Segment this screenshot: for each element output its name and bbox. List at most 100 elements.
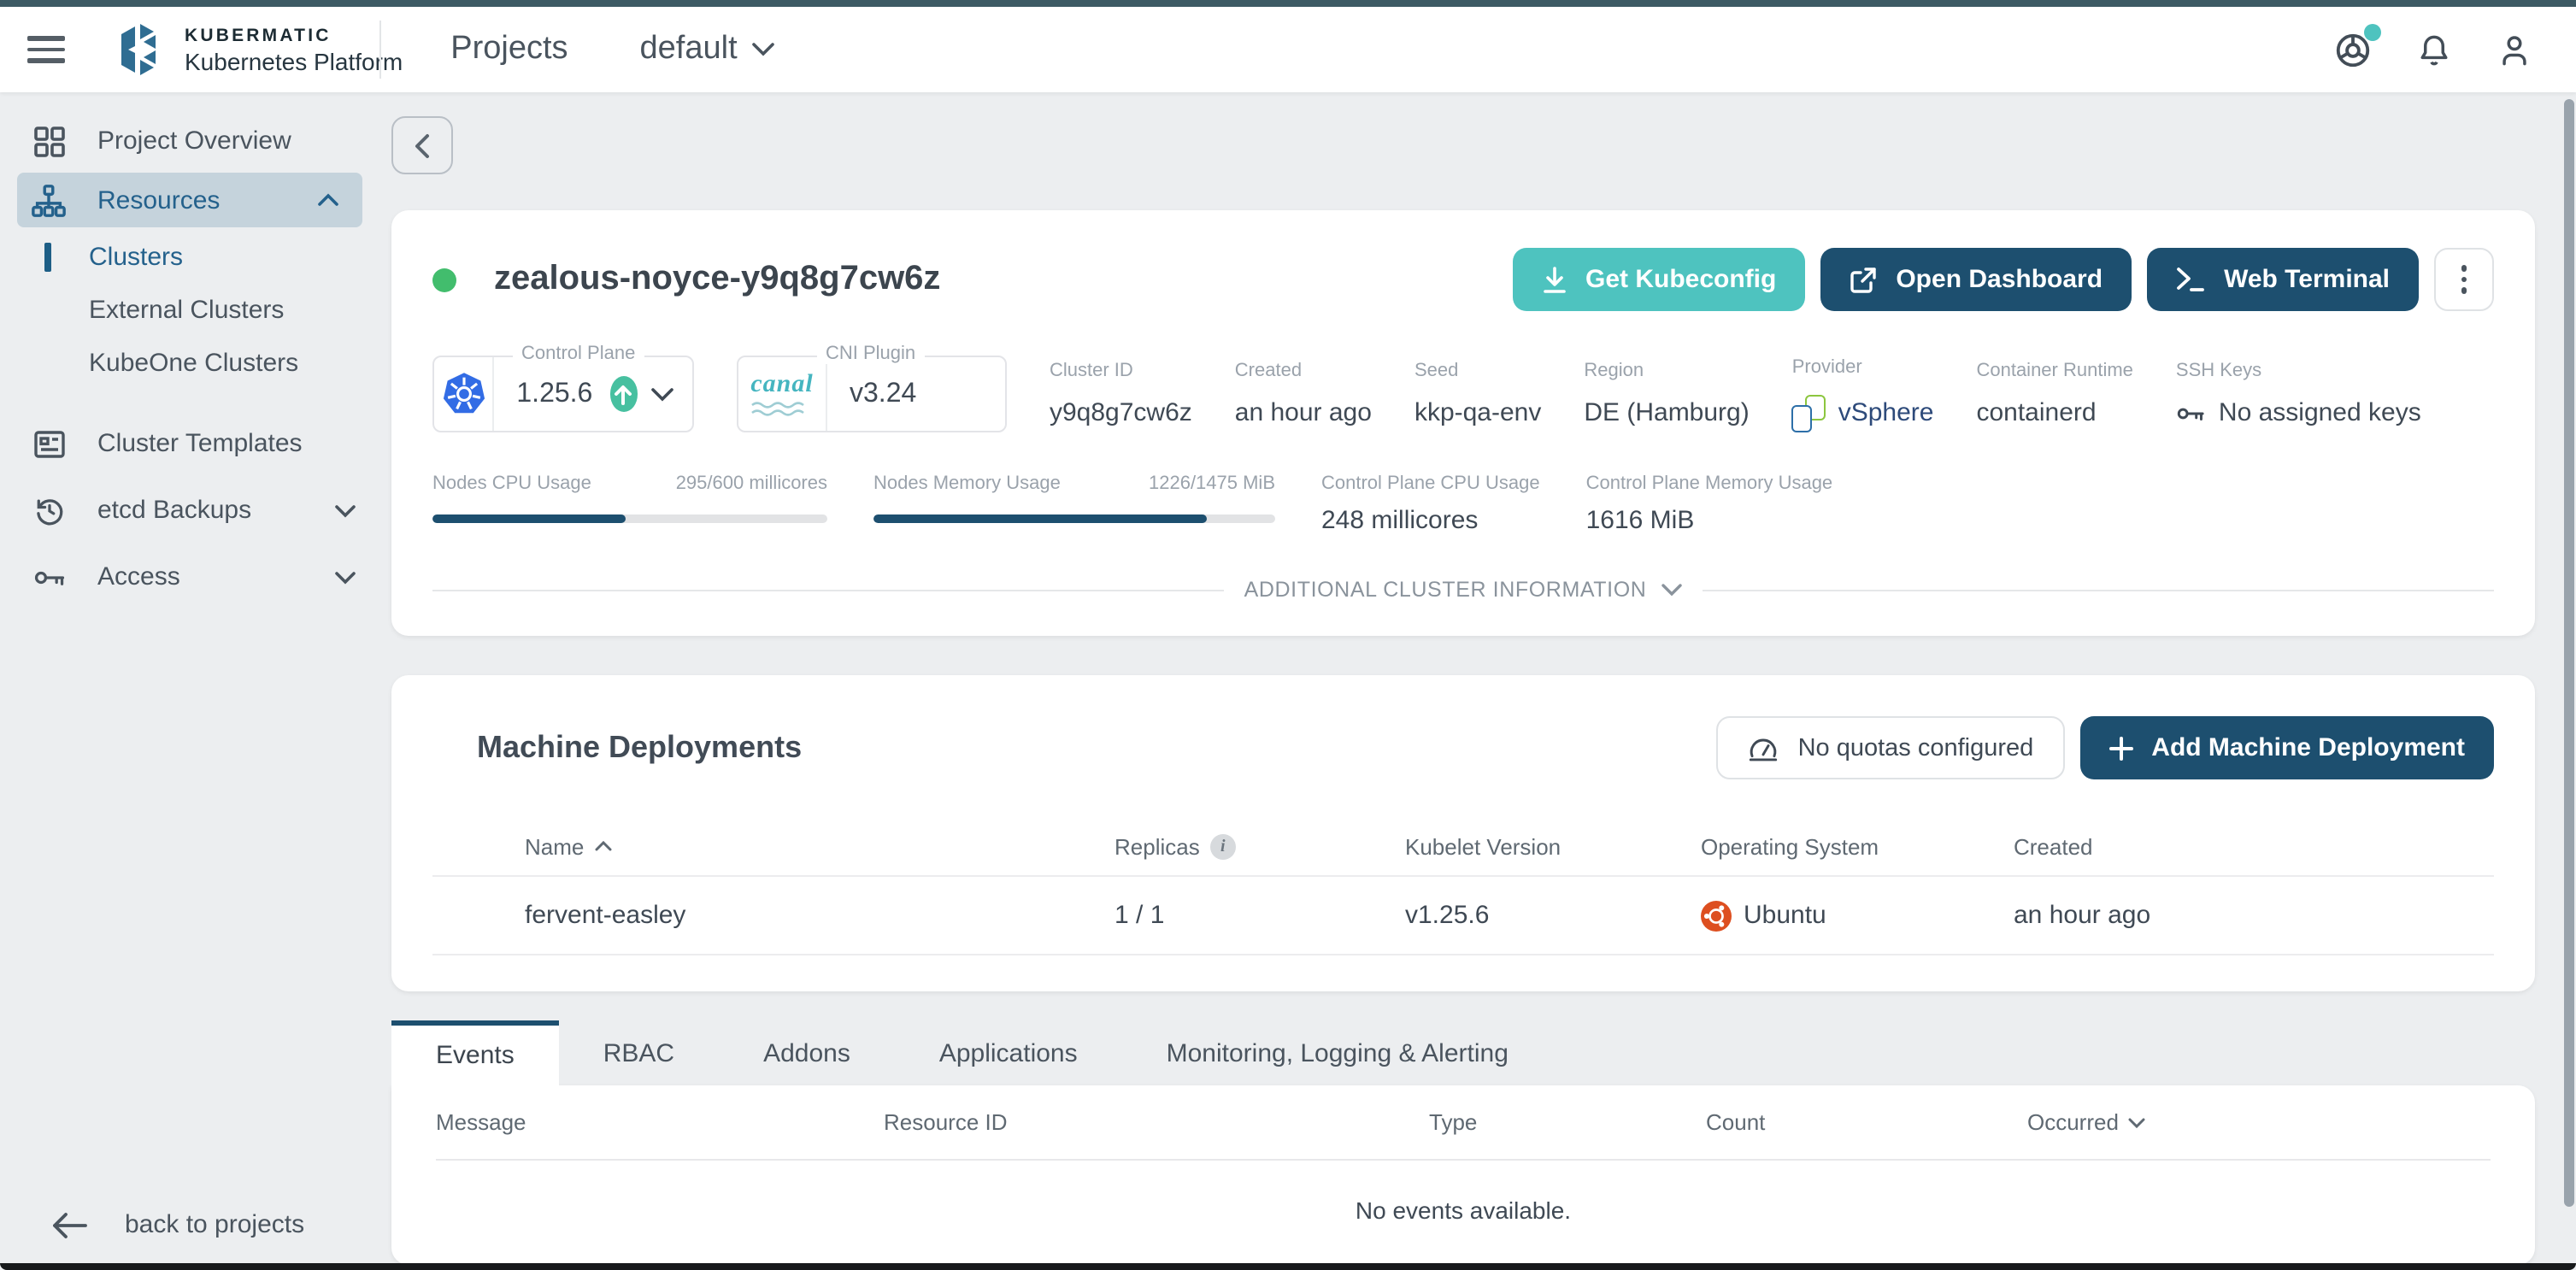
web-terminal-button[interactable]: Web Terminal — [2147, 248, 2419, 311]
changelog-badge — [2364, 23, 2381, 40]
tab-rbac[interactable]: RBAC — [559, 1020, 719, 1085]
sidebar-item-label: KubeOne Clusters — [89, 349, 299, 378]
detail-value: DE (Hamburg) — [1584, 398, 1750, 427]
cni-plugin-version: v3.24 — [850, 379, 917, 408]
sidebar-item-project-overview[interactable]: Project Overview — [0, 113, 379, 169]
sidebar-item-label: etcd Backups — [97, 496, 252, 525]
usage-label: Nodes Memory Usage — [873, 473, 1061, 494]
sidebar: Project Overview Resources Clusters Exte… — [0, 92, 379, 1263]
seed-detail: Seed kkp-qa-env — [1414, 361, 1541, 427]
cluster-more-menu-button[interactable] — [2434, 248, 2494, 311]
project-selector[interactable]: default — [640, 31, 775, 68]
sidebar-item-label: External Clusters — [89, 296, 285, 325]
additional-info-label: ADDITIONAL CLUSTER INFORMATION — [1244, 578, 1647, 602]
md-kubelet-version: v1.25.6 — [1405, 901, 1490, 930]
back-to-projects-link[interactable]: back to projects — [0, 1210, 379, 1239]
app-window: KUBERMATIC Kubernetes Platform Projects … — [0, 0, 2576, 1270]
progress-fill — [432, 514, 626, 523]
history-icon — [31, 493, 67, 527]
chevron-down-icon — [335, 570, 356, 584]
progress-fill — [873, 514, 1208, 523]
template-icon — [31, 426, 67, 461]
detail-value: kkp-qa-env — [1414, 398, 1542, 427]
machine-deployment-row[interactable]: fervent-easley 1 / 1 v1.25.6 Ubuntu an h… — [432, 875, 2494, 955]
column-header-name[interactable]: Name — [525, 833, 1115, 859]
open-dashboard-button[interactable]: Open Dashboard — [1820, 248, 2132, 311]
progress-bar — [873, 514, 1275, 523]
chevron-down-icon — [752, 43, 775, 56]
back-to-projects-label: back to projects — [125, 1210, 305, 1239]
divider — [432, 589, 1224, 591]
vsphere-icon — [1791, 394, 1826, 432]
md-name: fervent-easley — [525, 901, 686, 930]
cluster-id-detail: Cluster ID y9q8g7cw6z — [1050, 361, 1192, 427]
brand-name: KUBERMATIC — [185, 25, 332, 45]
sidebar-item-clusters[interactable]: Clusters — [0, 231, 379, 284]
sidebar-item-external-clusters[interactable]: External Clusters — [0, 284, 379, 337]
get-kubeconfig-label: Get Kubeconfig — [1585, 265, 1777, 294]
control-plane-version-box[interactable]: Control Plane 1.25.6 — [432, 344, 694, 432]
project-selector-value: default — [639, 31, 738, 67]
events-header-row: Message Resource ID Type Count Occurred — [436, 1085, 2491, 1161]
sidebar-item-access[interactable]: Access — [0, 549, 379, 605]
topbar-divider — [379, 21, 381, 79]
events-empty-message: No events available. — [1355, 1197, 1572, 1224]
kubermatic-logo-icon — [121, 24, 168, 75]
topbar-right — [2333, 23, 2533, 69]
usage-value: 295/600 millicores — [675, 473, 827, 494]
sidebar-item-kubeone-clusters[interactable]: KubeOne Clusters — [0, 337, 379, 390]
detail-value: No assigned keys — [2218, 398, 2421, 427]
usage-value: 248 millicores — [1321, 506, 1479, 535]
sidebar-item-label: Project Overview — [97, 126, 291, 156]
projects-breadcrumb[interactable]: Projects — [450, 31, 568, 68]
column-header-count: Count — [1706, 1109, 1766, 1135]
tab-monitoring-logging-alerting[interactable]: Monitoring, Logging & Alerting — [1122, 1020, 1553, 1085]
quota-status-button[interactable]: No quotas configured — [1715, 716, 2065, 779]
key-icon — [2176, 401, 2207, 425]
notifications-button[interactable] — [2415, 30, 2453, 69]
add-machine-deployment-button[interactable]: Add Machine Deployment — [2079, 716, 2494, 779]
cni-plugin-box: CNI Plugin canal v3.24 — [737, 344, 1007, 432]
gauge-icon — [1747, 734, 1779, 761]
machine-deployments-title: Machine Deployments — [477, 730, 803, 764]
detail-label: Provider — [1791, 356, 1862, 377]
chevron-down-icon[interactable] — [651, 387, 673, 401]
external-link-icon — [1850, 266, 1877, 293]
info-icon[interactable]: i — [1209, 833, 1236, 859]
sidebar-item-label: Clusters — [89, 243, 184, 272]
get-kubeconfig-button[interactable]: Get Kubeconfig — [1512, 248, 1806, 311]
tab-events[interactable]: Events — [391, 1020, 559, 1085]
tab-applications[interactable]: Applications — [895, 1020, 1122, 1085]
back-button[interactable] — [391, 116, 453, 174]
ssh-keys-detail: SSH Keys No assigned keys — [2176, 361, 2421, 427]
created-detail: Created an hour ago — [1235, 361, 1372, 427]
menu-toggle-button[interactable] — [27, 36, 65, 63]
upgrade-available-icon[interactable] — [609, 376, 638, 412]
top-bar: KUBERMATIC Kubernetes Platform Projects … — [0, 7, 2576, 92]
nodes-memory-usage: Nodes Memory Usage 1226/1475 MiB — [873, 473, 1275, 535]
detail-label: Region — [1584, 361, 1644, 381]
machine-deployments-card: Machine Deployments No quotas configured — [391, 675, 2535, 991]
sitemap-icon — [31, 182, 67, 218]
column-header-os: Operating System — [1701, 833, 1879, 859]
cluster-status-indicator — [432, 268, 456, 291]
user-menu-button[interactable] — [2496, 30, 2533, 69]
sidebar-item-label: Cluster Templates — [97, 429, 303, 458]
open-dashboard-label: Open Dashboard — [1896, 265, 2103, 294]
window-top-edge — [0, 0, 2576, 7]
ubuntu-icon — [1701, 900, 1732, 931]
column-header-occurred[interactable]: Occurred — [2027, 1109, 2491, 1135]
column-header-created: Created — [2014, 833, 2093, 859]
sidebar-item-etcd-backups[interactable]: etcd Backups — [0, 482, 379, 538]
sidebar-item-label: Resources — [97, 185, 221, 215]
additional-cluster-information-toggle[interactable]: ADDITIONAL CLUSTER INFORMATION — [432, 578, 2494, 602]
sidebar-item-resources[interactable]: Resources — [17, 173, 362, 227]
changelog-button[interactable] — [2333, 23, 2381, 69]
tab-addons[interactable]: Addons — [719, 1020, 895, 1085]
provider-detail: Provider vSphere — [1791, 356, 1933, 432]
scrollbar-thumb[interactable] — [2564, 99, 2574, 1207]
sidebar-item-cluster-templates[interactable]: Cluster Templates — [0, 415, 379, 472]
md-replicas: 1 / 1 — [1115, 901, 1165, 930]
cni-plugin-label: CNI Plugin — [817, 344, 925, 364]
brand-product: Kubernetes Platform — [185, 47, 403, 74]
